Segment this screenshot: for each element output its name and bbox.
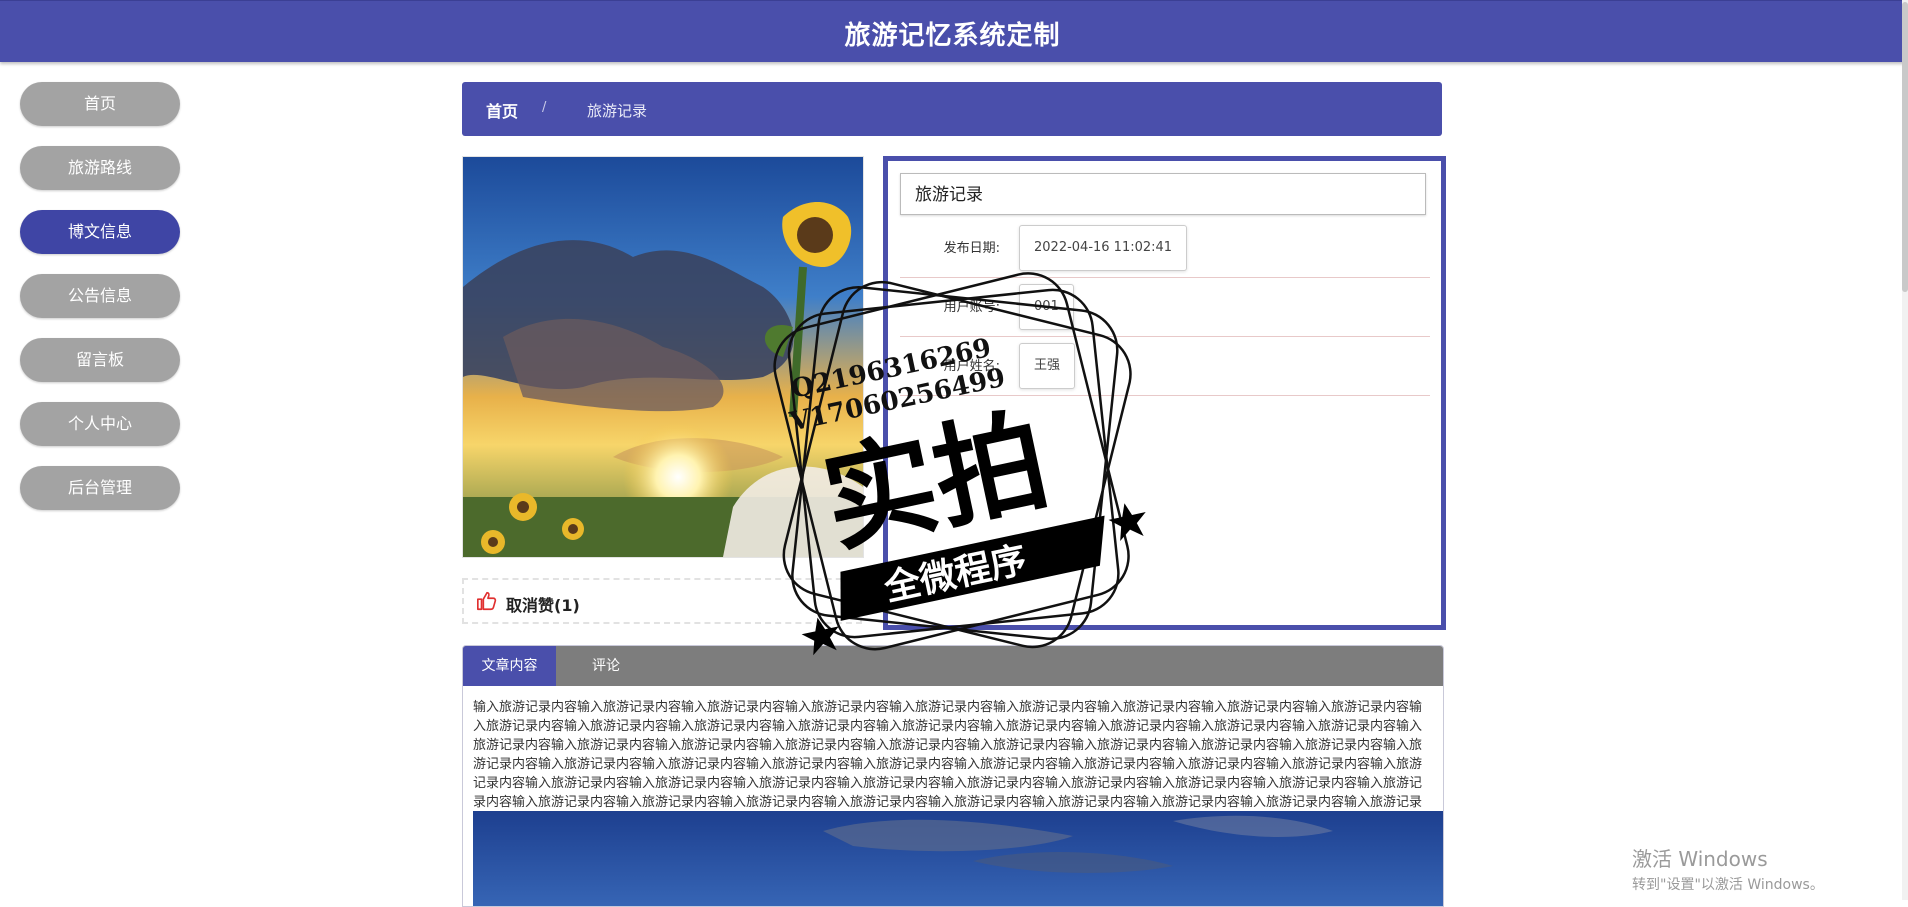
breadcrumb-home[interactable]: 首页 bbox=[486, 98, 518, 122]
breadcrumb: 首页 / 旅游记录 bbox=[462, 82, 1442, 136]
user-account-label: 用户账号: bbox=[943, 300, 1000, 315]
nav-item-home[interactable]: 首页 bbox=[20, 82, 180, 126]
breadcrumb-separator: / bbox=[542, 100, 547, 115]
info-row-user-account: 用户账号: 001 bbox=[900, 278, 1430, 337]
user-account-value: 001 bbox=[1019, 284, 1074, 330]
user-name-value: 王强 bbox=[1019, 343, 1076, 389]
tab-comments[interactable]: 评论 bbox=[556, 646, 656, 686]
windows-activation-notice: 激活 Windows 转到"设置"以激活 Windows。 bbox=[1632, 843, 1824, 894]
top-header: 旅游记忆系统定制 bbox=[0, 0, 1905, 62]
breadcrumb-current: 旅游记录 bbox=[587, 102, 648, 120]
unlike-button[interactable]: 取消赞(1) bbox=[506, 592, 580, 616]
record-title: 旅游记录 bbox=[900, 173, 1426, 215]
tab-article-content[interactable]: 文章内容 bbox=[463, 646, 556, 686]
article-image bbox=[473, 811, 1443, 906]
record-info-panel: 旅游记录 发布日期: 2022-04-16 11:02:41 用户账号: 001… bbox=[883, 156, 1446, 630]
nav-item-personal-center[interactable]: 个人中心 bbox=[20, 402, 180, 446]
site-title: 旅游记忆系统定制 bbox=[844, 21, 1061, 51]
thumbs-up-icon[interactable] bbox=[476, 590, 498, 612]
publish-date-value: 2022-04-16 11:02:41 bbox=[1019, 225, 1188, 271]
like-bar: 取消赞(1) bbox=[462, 578, 862, 624]
nav-item-blog-info[interactable]: 博文信息 bbox=[20, 210, 180, 254]
article-tabs: 文章内容 评论 输入旅游记录内容输入旅游记录内容输入旅游记录内容输入旅游记录内容… bbox=[462, 645, 1444, 907]
nav-item-admin[interactable]: 后台管理 bbox=[20, 466, 180, 510]
tab-bar: 文章内容 评论 bbox=[463, 646, 1443, 686]
publish-date-label: 发布日期: bbox=[943, 241, 1000, 256]
page-scrollbar[interactable] bbox=[1902, 0, 1908, 900]
windows-activation-hint: 转到"设置"以激活 Windows。 bbox=[1632, 877, 1824, 893]
nav-item-announcements[interactable]: 公告信息 bbox=[20, 274, 180, 318]
windows-activation-title: 激活 Windows bbox=[1632, 847, 1768, 871]
nav-item-travel-routes[interactable]: 旅游路线 bbox=[20, 146, 180, 190]
scrollbar-thumb[interactable] bbox=[1902, 2, 1908, 292]
user-name-label: 用户姓名: bbox=[943, 359, 1000, 374]
info-row-user-name: 用户姓名: 王强 bbox=[900, 337, 1430, 396]
info-row-publish-date: 发布日期: 2022-04-16 11:02:41 bbox=[900, 219, 1430, 278]
nav-item-message-board[interactable]: 留言板 bbox=[20, 338, 180, 382]
record-cover-image bbox=[462, 156, 864, 558]
